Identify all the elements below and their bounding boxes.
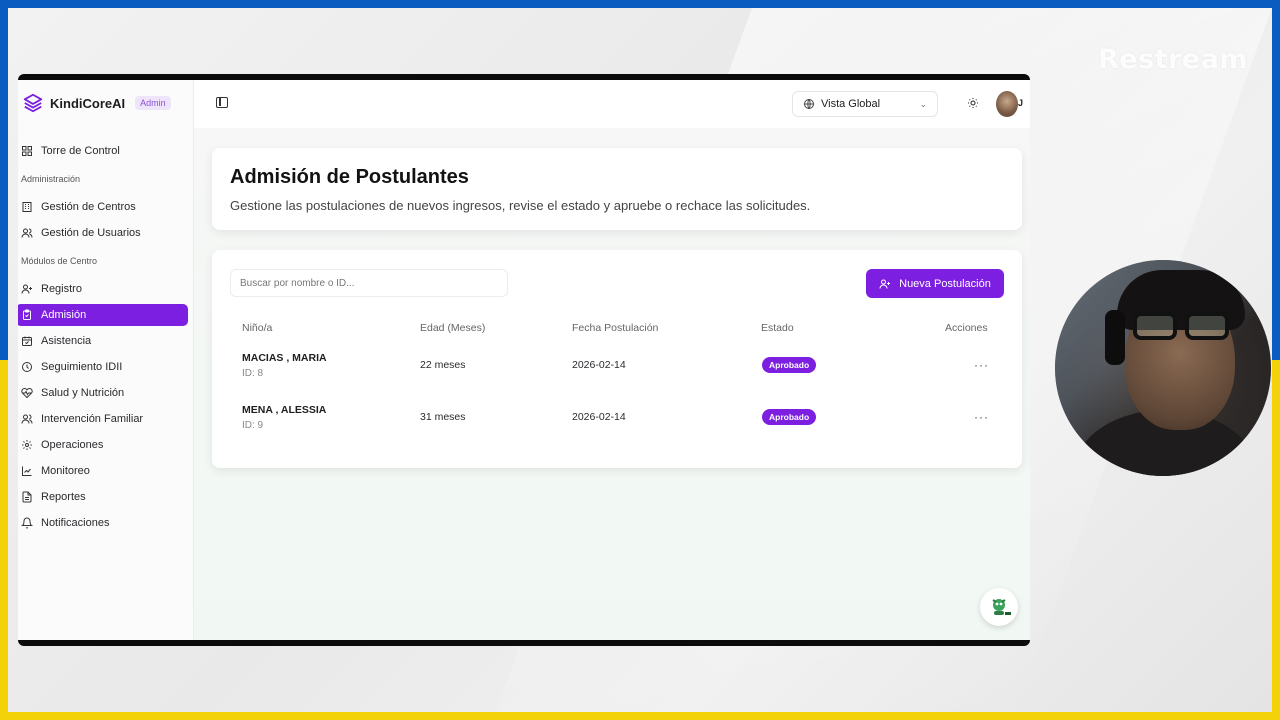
sidebar-item-asistencia[interactable]: Asistencia <box>18 330 188 352</box>
user-avatar[interactable] <box>996 91 1018 117</box>
table-row[interactable]: MACIAS , MARIA ID: 8 22 meses 2026-02-14… <box>230 344 1004 392</box>
clipboard-check-icon <box>23 309 31 320</box>
user-plus-icon <box>879 279 891 289</box>
bell-icon <box>21 517 33 529</box>
status-badge: Aprobado <box>762 357 817 373</box>
section-label-admin: Administración <box>21 174 81 184</box>
layers-logo-icon <box>23 93 43 113</box>
users-icon <box>21 414 33 424</box>
scope-select[interactable]: Vista Global ⌄ <box>792 91 938 117</box>
sidebar-item-reportes[interactable]: Reportes <box>18 486 188 508</box>
sidebar-item-torre-de-control[interactable]: Torre de Control <box>18 140 188 162</box>
child-age: 22 meses <box>420 359 466 371</box>
child-age: 31 meses <box>420 411 466 423</box>
child-id: ID: 8 <box>242 368 264 379</box>
section-label-modules: Módulos de Centro <box>21 256 98 266</box>
status-badge: Aprobado <box>762 409 817 425</box>
sidebar-item-label: Seguimiento IDII <box>41 361 123 373</box>
restream-watermark: Restream <box>1098 44 1249 75</box>
column-header-actions: Acciones <box>945 322 988 334</box>
sidebar: KindiCoreAI Admin Torre de Control Admin… <box>18 80 194 640</box>
dashboard-icon <box>22 146 32 156</box>
globe-icon <box>804 99 814 109</box>
sidebar-item-label: Asistencia <box>41 335 92 347</box>
heart-pulse-icon <box>21 387 33 399</box>
sidebar-item-label: Torre de Control <box>41 145 120 157</box>
sidebar-item-gestion-centros[interactable]: Gestión de Centros <box>18 196 188 218</box>
sidebar-item-label: Admisión <box>41 309 87 321</box>
chevron-down-icon: ⌄ <box>919 98 927 109</box>
gear-icon <box>22 440 32 450</box>
sidebar-item-label: Notificaciones <box>41 517 110 529</box>
search-input[interactable]: Buscar por nombre o ID... <box>230 269 508 297</box>
column-header-age: Edad (Meses) <box>420 322 486 334</box>
sidebar-item-monitoreo[interactable]: Monitoreo <box>18 460 188 482</box>
sidebar-item-label: Gestión de Centros <box>41 201 136 213</box>
building-icon <box>22 202 32 212</box>
theme-toggle-sun-icon[interactable] <box>967 97 979 109</box>
child-name: MENA , ALESSIA <box>242 404 327 416</box>
application-date: 2026-02-14 <box>572 359 626 371</box>
chart-line-icon <box>22 466 32 476</box>
sidebar-item-label: Operaciones <box>41 439 104 451</box>
sidebar-item-label: Monitoreo <box>41 465 90 477</box>
row-actions-menu-icon[interactable]: ··· <box>974 358 989 372</box>
calendar-check-icon <box>22 336 32 346</box>
page-title: Admisión de Postulantes <box>230 166 469 188</box>
new-application-label: Nueva Postulación <box>899 277 991 290</box>
sidebar-item-label: Salud y Nutrición <box>41 387 125 399</box>
application-date: 2026-02-14 <box>572 411 626 423</box>
assistant-mascot-button[interactable] <box>980 588 1018 626</box>
child-id: ID: 9 <box>242 420 264 431</box>
role-badge: Admin <box>135 96 171 110</box>
scope-select-value: Vista Global <box>821 98 881 110</box>
sidebar-item-intervencion-familiar[interactable]: Intervención Familiar <box>18 408 188 430</box>
sidebar-item-label: Registro <box>41 283 82 295</box>
topbar: Vista Global ⌄ J <box>194 80 1030 128</box>
sidebar-item-label: Intervención Familiar <box>41 413 144 425</box>
row-actions-menu-icon[interactable]: ··· <box>974 410 989 424</box>
activity-icon <box>22 362 32 372</box>
sidebar-item-label: Reportes <box>41 491 86 503</box>
user-initial: J <box>1018 98 1024 108</box>
sidebar-item-gestion-usuarios[interactable]: Gestión de Usuarios <box>18 222 188 244</box>
sidebar-item-notificaciones[interactable]: Notificaciones <box>18 512 188 534</box>
sidebar-item-admision[interactable]: Admisión <box>18 304 188 326</box>
table-row[interactable]: MENA , ALESSIA ID: 9 31 meses 2026-02-14… <box>230 396 1004 444</box>
sidebar-item-registro[interactable]: Registro <box>18 278 188 300</box>
page-subtitle: Gestione las postulaciones de nuevos ing… <box>230 198 811 213</box>
app-window: KindiCoreAI Admin Torre de Control Admin… <box>18 74 1030 646</box>
sidebar-item-salud-nutricion[interactable]: Salud y Nutrición <box>18 382 188 404</box>
column-header-status: Estado <box>761 322 794 334</box>
webcam-overlay <box>1055 260 1271 476</box>
app-name: KindiCoreAI <box>50 95 126 111</box>
sidebar-item-seguimiento-idii[interactable]: Seguimiento IDII <box>18 356 188 378</box>
sidebar-item-operaciones[interactable]: Operaciones <box>18 434 188 456</box>
column-header-date: Fecha Postulación <box>572 322 659 334</box>
page-header-card: Admisión de Postulantes Gestione las pos… <box>212 148 1022 230</box>
sidebar-item-label: Gestión de Usuarios <box>41 227 141 239</box>
app-logo[interactable]: KindiCoreAI Admin <box>22 92 171 114</box>
users-icon <box>21 228 33 238</box>
child-name: MACIAS , MARIA <box>242 352 327 364</box>
sidebar-toggle-icon[interactable] <box>216 97 228 108</box>
column-header-child: Niño/a <box>242 322 273 334</box>
applications-card: Buscar por nombre o ID... Nueva Postulac… <box>212 250 1022 468</box>
file-text-icon <box>22 491 32 503</box>
mascot-icon <box>992 599 1011 615</box>
new-application-button[interactable]: Nueva Postulación <box>866 269 1004 298</box>
user-plus-icon <box>21 284 32 294</box>
